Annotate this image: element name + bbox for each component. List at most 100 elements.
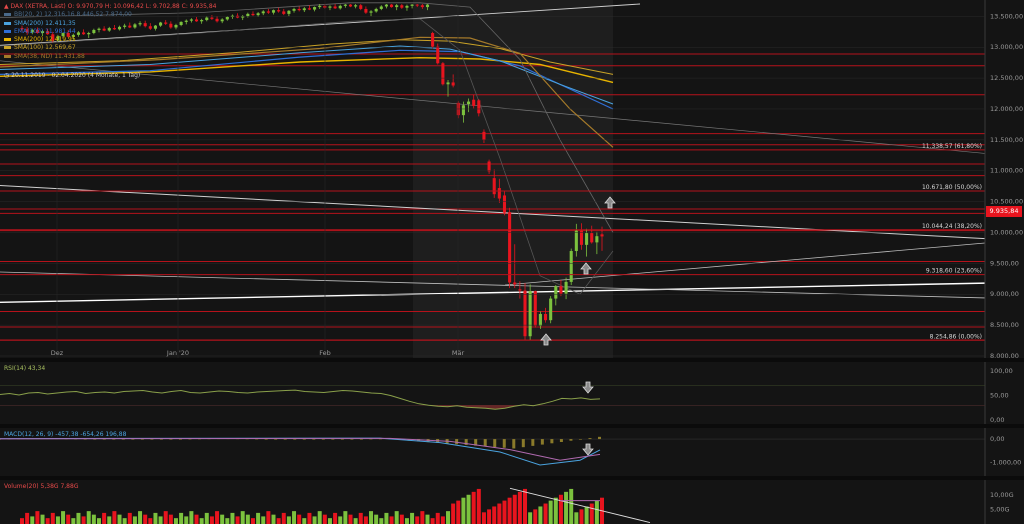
volume-bar xyxy=(91,514,96,524)
candle-body xyxy=(595,236,599,243)
volume-bar xyxy=(143,514,148,524)
volume-bar xyxy=(404,518,409,524)
volume-bar xyxy=(564,491,569,524)
legend-swatch xyxy=(4,38,11,42)
candle-body xyxy=(261,11,265,14)
volume-bar xyxy=(461,497,466,524)
volume-bar xyxy=(451,503,456,524)
volume-bar xyxy=(40,514,45,524)
volume-bar xyxy=(466,494,471,524)
volume-bar xyxy=(517,491,522,524)
candle-body xyxy=(307,8,311,10)
period-info: ◷ 20.11.2019 - 02.04.2020 (4 Monate, 1 T… xyxy=(4,72,140,79)
x-tick-label: Jan '20 xyxy=(166,349,189,357)
volume-bar xyxy=(35,511,40,524)
volume-bar xyxy=(543,503,548,524)
volume-bar xyxy=(230,512,235,524)
volume-bar xyxy=(369,511,374,524)
candle xyxy=(528,284,532,340)
candle-body xyxy=(400,5,404,8)
volume-bar xyxy=(286,516,291,524)
volume-bar xyxy=(76,512,81,524)
volume-bar xyxy=(594,500,599,524)
volume-bar xyxy=(456,500,461,524)
candle-body xyxy=(405,5,409,8)
volume-bar xyxy=(338,516,343,524)
volume-bar xyxy=(399,514,404,524)
volume-bar xyxy=(353,518,358,524)
legend-text: SMA(100) 12.569,67 xyxy=(14,44,76,52)
volume-bar xyxy=(492,506,497,524)
macd-histogram-bar xyxy=(550,439,554,444)
volume-bar xyxy=(127,512,132,524)
macd-histogram-bar xyxy=(559,439,563,442)
volume-bar xyxy=(107,516,112,524)
candle-body xyxy=(328,6,332,8)
macd-histogram-bar xyxy=(274,439,278,440)
candle-body xyxy=(518,289,522,291)
volume-bar xyxy=(523,488,528,524)
chart-legend: ▲ DAX (XETRA, Last) O: 9.970,79 H: 10.09… xyxy=(4,3,216,61)
candle xyxy=(441,62,445,86)
candle-body xyxy=(420,5,424,8)
volume-bar xyxy=(194,514,199,524)
volume-bar xyxy=(158,516,163,524)
volume-bar xyxy=(204,512,209,524)
volume-bar xyxy=(425,514,430,524)
macd-histogram-bar xyxy=(302,439,306,440)
pane-separator xyxy=(0,358,1024,362)
macd-histogram-bar xyxy=(178,439,182,440)
macd-histogram-bar xyxy=(569,439,573,441)
volume-bar xyxy=(189,511,194,524)
candle-body xyxy=(364,8,368,13)
macd-histogram-bar xyxy=(312,439,316,440)
legend-text: SMA(38, ND) 11.431,88 xyxy=(14,52,85,60)
legend-swatch xyxy=(4,54,11,58)
macd-histogram-bar xyxy=(169,439,173,440)
x-tick-label: Mär xyxy=(452,349,465,357)
candle-body xyxy=(354,5,358,7)
macd-histogram-bar xyxy=(340,439,344,440)
candle-body xyxy=(446,82,450,85)
volume-bar xyxy=(81,516,86,524)
y-tick-label: 12.000,00 xyxy=(990,105,1023,113)
fib-label: 10.671,80 (50,00%) xyxy=(922,184,982,191)
y-tick-label: 9.500,00 xyxy=(990,259,1019,267)
volume-bar xyxy=(199,518,204,524)
volume-bar xyxy=(225,518,230,524)
volume-bar xyxy=(61,511,66,524)
candle-body xyxy=(395,5,399,8)
volume-bar xyxy=(358,512,363,524)
candle-body xyxy=(277,10,281,12)
legend-text: SMA(200) 12.419,95 xyxy=(14,36,76,44)
candle-body xyxy=(246,13,250,17)
y-tick-label: 11.000,00 xyxy=(990,167,1023,175)
volume-bar xyxy=(117,514,122,524)
volume-bar xyxy=(102,512,107,524)
candle-body xyxy=(544,314,548,321)
macd-histogram-bar xyxy=(359,438,363,440)
legend-entry: SMA(100) 12.569,67 xyxy=(4,44,216,52)
x-tick-label: Dez xyxy=(51,349,64,357)
volume-bar xyxy=(363,516,368,524)
volume-bar xyxy=(307,512,312,524)
volume-bar xyxy=(440,516,445,524)
volume-bar xyxy=(112,511,117,524)
macd-histogram-bar xyxy=(502,439,506,448)
volume-bar xyxy=(389,516,394,524)
chart-canvas[interactable]: 11.338,57 (61,80%) 10.671,80 (50,00%) 10.0… xyxy=(0,0,1024,524)
volume-bar xyxy=(86,511,91,524)
macd-tick-label: -1.000,00 xyxy=(990,459,1021,467)
volume-bar xyxy=(430,518,435,524)
candle-body xyxy=(282,11,286,14)
macd-histogram-bar xyxy=(483,439,487,447)
candle-body xyxy=(251,13,255,16)
candle-body xyxy=(554,286,558,299)
volume-bar xyxy=(312,516,317,524)
candle-body xyxy=(410,4,414,6)
volume-bar xyxy=(138,511,143,524)
candle-body xyxy=(236,15,240,18)
volume-bar xyxy=(184,516,189,524)
candle-body xyxy=(538,314,542,326)
legend-entry: SMA(200) 12.419,95 xyxy=(4,36,216,44)
